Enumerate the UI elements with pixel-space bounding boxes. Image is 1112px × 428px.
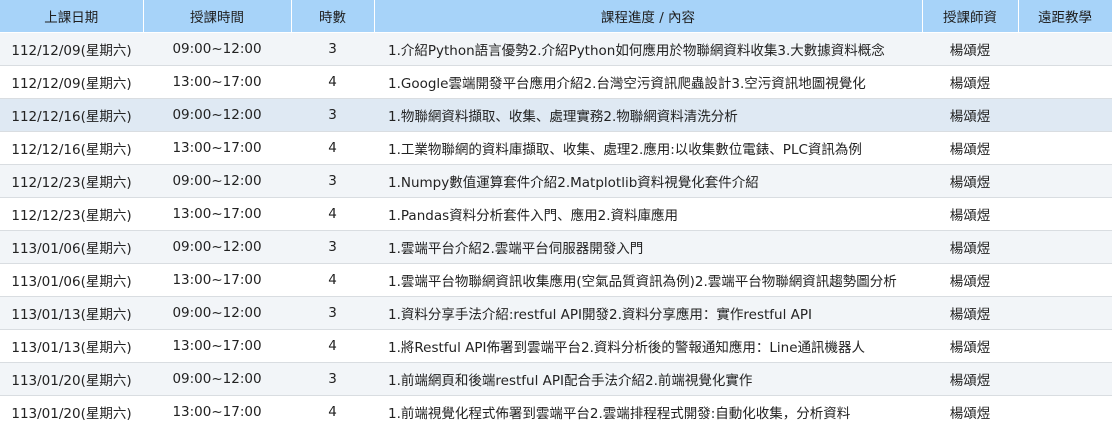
table-row: 113/01/13(星期六) 09:00~12:00 3 1.資料分享手法介紹:res… <box>0 296 1112 330</box>
cell-content: 1.雲端平台介紹2.雲端平台伺服器開發入門 <box>374 230 922 264</box>
cell-teacher: 楊頌煜 <box>922 263 1018 297</box>
cell-hours: 4 <box>291 263 374 297</box>
table-row: 112/12/23(星期六) 09:00~12:00 3 1.Numpy數值運算套件介… <box>0 164 1112 198</box>
cell-teacher: 楊頌煜 <box>922 329 1018 363</box>
cell-hours: 4 <box>291 131 374 165</box>
table-row: 113/01/06(星期六) 13:00~17:00 4 1.雲端平台物聯網資訊收集應… <box>0 263 1112 297</box>
cell-teacher: 楊頌煜 <box>922 164 1018 198</box>
cell-teacher: 楊頌煜 <box>922 362 1018 396</box>
cell-teacher: 楊頌煜 <box>922 131 1018 165</box>
table-row: 113/01/06(星期六) 09:00~12:00 3 1.雲端平台介紹2.雲端平台… <box>0 230 1112 264</box>
cell-hours: 3 <box>291 98 374 132</box>
cell-time: 09:00~12:00 <box>143 98 291 132</box>
cell-content: 1.前端視覺化程式佈署到雲端平台2.雲端排程程式開發:自動化收集，分析資料 <box>374 395 922 428</box>
cell-teacher: 楊頌煜 <box>922 230 1018 264</box>
cell-content: 1.Google雲端開發平台應用介紹2.台灣空污資訊爬蟲設計3.空污資訊地圖視覺… <box>374 65 922 99</box>
cell-remote <box>1018 197 1112 231</box>
cell-remote <box>1018 164 1112 198</box>
header-teacher: 授課師資 <box>922 0 1019 33</box>
header-content: 課程進度 / 內容 <box>374 0 923 33</box>
cell-time: 09:00~12:00 <box>143 296 291 330</box>
cell-remote <box>1018 296 1112 330</box>
cell-hours: 3 <box>291 296 374 330</box>
cell-teacher: 楊頌煜 <box>922 197 1018 231</box>
header-time: 授課時間 <box>143 0 292 33</box>
cell-content: 1.Numpy數值運算套件介紹2.Matplotlib資料視覺化套件介紹 <box>374 164 922 198</box>
cell-hours: 3 <box>291 362 374 396</box>
cell-content: 1.前端網頁和後端restful API配合手法介紹2.前端視覺化實作 <box>374 362 922 396</box>
cell-time: 09:00~12:00 <box>143 362 291 396</box>
table-row: 112/12/16(星期六) 09:00~12:00 3 1.物聯網資料擷取、收集、處… <box>0 98 1112 132</box>
header-hours: 時數 <box>291 0 375 33</box>
cell-hours: 3 <box>291 164 374 198</box>
cell-date: 112/12/09(星期六) <box>0 65 143 99</box>
cell-date: 113/01/06(星期六) <box>0 263 143 297</box>
table-row: 113/01/20(星期六) 09:00~12:00 3 1.前端網頁和後端restf… <box>0 362 1112 396</box>
cell-remote <box>1018 362 1112 396</box>
course-schedule-table: 上課日期 授課時間 時數 課程進度 / 內容 授課師資 遠距教學 112/12/… <box>0 0 1112 428</box>
cell-teacher: 楊頌煜 <box>922 395 1018 428</box>
cell-content: 1.資料分享手法介紹:restful API開發2.資料分享應用：實作restf… <box>374 296 922 330</box>
cell-teacher: 楊頌煜 <box>922 98 1018 132</box>
cell-hours: 3 <box>291 32 374 66</box>
cell-remote <box>1018 65 1112 99</box>
cell-date: 112/12/23(星期六) <box>0 197 143 231</box>
table-row: 112/12/09(星期六) 13:00~17:00 4 1.Google雲端開發平台… <box>0 65 1112 99</box>
cell-remote <box>1018 98 1112 132</box>
cell-remote <box>1018 230 1112 264</box>
cell-content: 1.工業物聯網的資料庫擷取、收集、處理2.應用:以收集數位電錶、PLC資訊為例 <box>374 131 922 165</box>
table-row: 113/01/20(星期六) 13:00~17:00 4 1.前端視覺化程式佈署到雲端… <box>0 395 1112 428</box>
cell-date: 113/01/20(星期六) <box>0 395 143 428</box>
cell-time: 13:00~17:00 <box>143 65 291 99</box>
cell-hours: 4 <box>291 329 374 363</box>
table-row: 112/12/23(星期六) 13:00~17:00 4 1.Pandas資料分析套件… <box>0 197 1112 231</box>
table-body: 112/12/09(星期六) 09:00~12:00 3 1.介紹Python語言優勢… <box>0 32 1112 428</box>
cell-content: 1.將Restful API佈署到雲端平台2.資料分析後的警報通知應用：Line… <box>374 329 922 363</box>
cell-hours: 4 <box>291 65 374 99</box>
cell-teacher: 楊頌煜 <box>922 296 1018 330</box>
cell-remote <box>1018 32 1112 66</box>
cell-content: 1.介紹Python語言優勢2.介紹Python如何應用於物聯網資料收集3.大數… <box>374 32 922 66</box>
table-header: 上課日期 授課時間 時數 課程進度 / 內容 授課師資 遠距教學 <box>0 0 1112 33</box>
cell-date: 113/01/20(星期六) <box>0 362 143 396</box>
cell-time: 09:00~12:00 <box>143 32 291 66</box>
cell-time: 13:00~17:00 <box>143 329 291 363</box>
cell-date: 113/01/06(星期六) <box>0 230 143 264</box>
cell-content: 1.雲端平台物聯網資訊收集應用(空氣品質資訊為例)2.雲端平台物聯網資訊趨勢圖分… <box>374 263 922 297</box>
cell-time: 09:00~12:00 <box>143 164 291 198</box>
cell-date: 112/12/09(星期六) <box>0 32 143 66</box>
cell-date: 112/12/16(星期六) <box>0 98 143 132</box>
cell-date: 112/12/23(星期六) <box>0 164 143 198</box>
cell-time: 13:00~17:00 <box>143 263 291 297</box>
table-row: 113/01/13(星期六) 13:00~17:00 4 1.將Restful API… <box>0 329 1112 363</box>
cell-time: 13:00~17:00 <box>143 131 291 165</box>
cell-remote <box>1018 131 1112 165</box>
cell-time: 13:00~17:00 <box>143 395 291 428</box>
table-row: 112/12/09(星期六) 09:00~12:00 3 1.介紹Python語言優勢… <box>0 32 1112 66</box>
cell-date: 113/01/13(星期六) <box>0 329 143 363</box>
cell-hours: 4 <box>291 395 374 428</box>
cell-remote <box>1018 329 1112 363</box>
cell-hours: 3 <box>291 230 374 264</box>
cell-content: 1.物聯網資料擷取、收集、處理實務2.物聯網資料清洗分析 <box>374 98 922 132</box>
cell-time: 09:00~12:00 <box>143 230 291 264</box>
header-remote: 遠距教學 <box>1018 0 1112 33</box>
cell-time: 13:00~17:00 <box>143 197 291 231</box>
cell-teacher: 楊頌煜 <box>922 65 1018 99</box>
cell-date: 113/01/13(星期六) <box>0 296 143 330</box>
cell-remote <box>1018 395 1112 428</box>
cell-hours: 4 <box>291 197 374 231</box>
cell-date: 112/12/16(星期六) <box>0 131 143 165</box>
table-row: 112/12/16(星期六) 13:00~17:00 4 1.工業物聯網的資料庫擷取、… <box>0 131 1112 165</box>
cell-content: 1.Pandas資料分析套件入門、應用2.資料庫應用 <box>374 197 922 231</box>
cell-teacher: 楊頌煜 <box>922 32 1018 66</box>
header-row: 上課日期 授課時間 時數 課程進度 / 內容 授課師資 遠距教學 <box>0 0 1112 33</box>
cell-remote <box>1018 263 1112 297</box>
header-date: 上課日期 <box>0 0 144 33</box>
